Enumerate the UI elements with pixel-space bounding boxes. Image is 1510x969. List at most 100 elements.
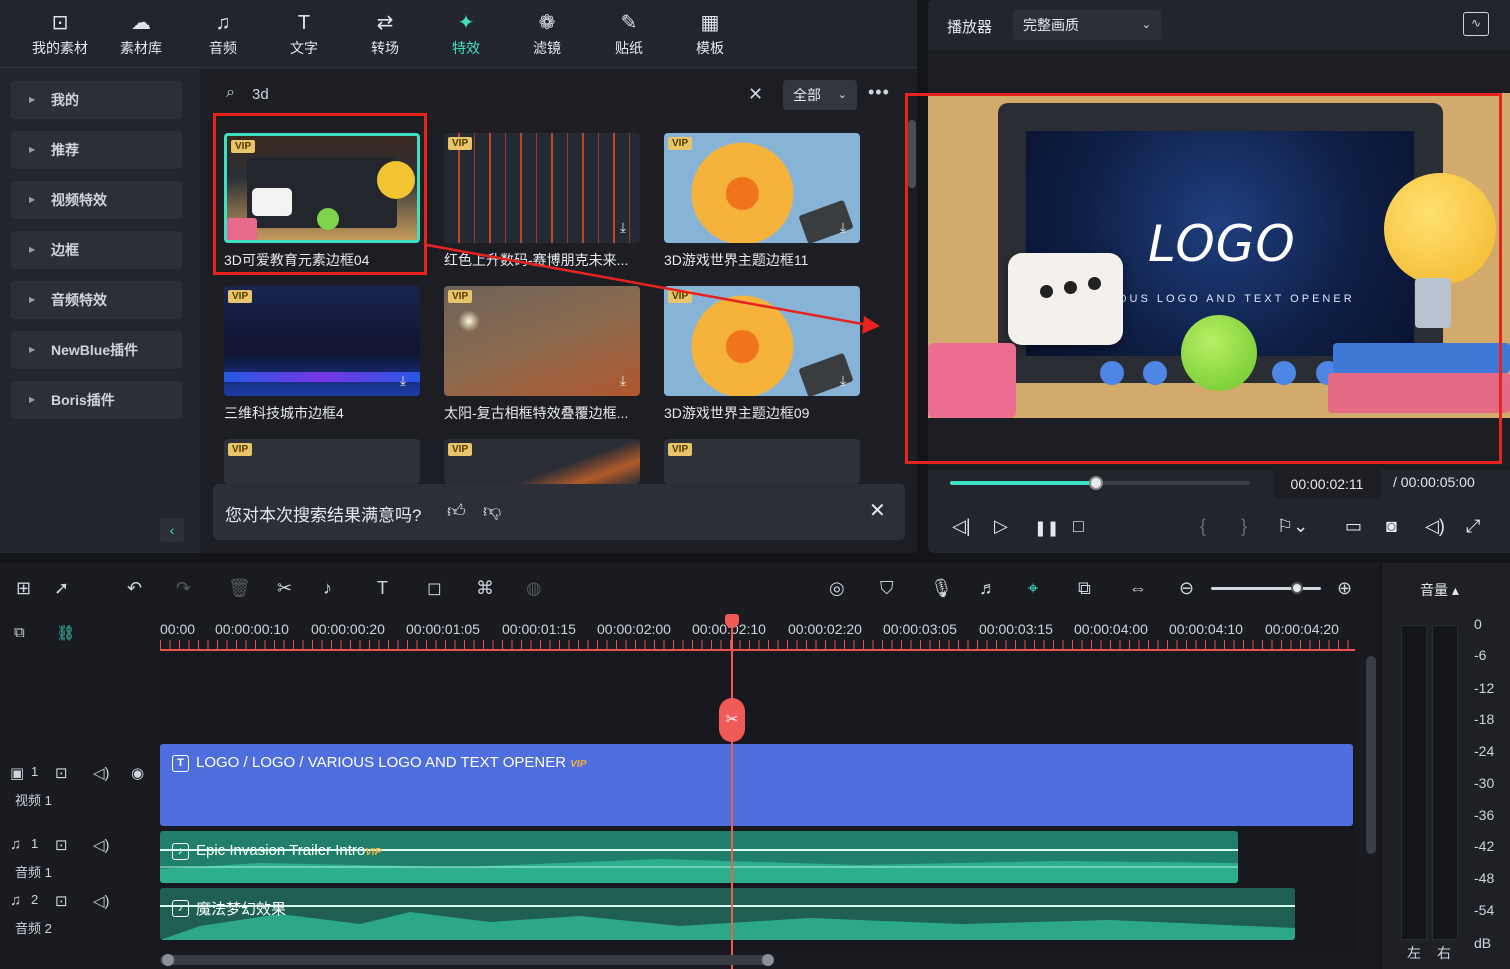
snap-magnet-icon[interactable]: ⌖ [1028, 578, 1038, 599]
scroll-handle-right[interactable] [762, 954, 774, 966]
undo-icon[interactable]: ↶ [127, 578, 142, 599]
download-icon[interactable]: ⤓ [394, 372, 412, 390]
collapse-sidebar-button[interactable]: ‹ [160, 518, 184, 542]
close-icon[interactable]: ✕ [869, 498, 886, 523]
nav-audio[interactable]: ♫ 音频 [185, 8, 261, 64]
nav-template[interactable]: ▦ 模板 [672, 8, 748, 64]
eye-visibility-icon[interactable]: ◉ [131, 764, 144, 782]
lock-icon[interactable]: ⊡ [55, 764, 68, 782]
effect-card[interactable]: VIP ⤓ [664, 286, 860, 396]
crop-icon[interactable]: ◻ [427, 578, 442, 599]
effect-card[interactable]: VIP [664, 439, 860, 484]
speaker-icon[interactable]: ◁) [93, 892, 110, 910]
prev-frame-icon[interactable]: ◁| [952, 516, 971, 537]
stop-icon[interactable]: □ [1073, 516, 1084, 537]
clear-search-icon[interactable]: ✕ [748, 84, 763, 105]
microphone-icon[interactable]: 🎙︎ [930, 578, 953, 599]
thumbs-up-icon[interactable]: 👍︎ [447, 500, 466, 522]
sidebar-item-boris[interactable]: ▶ Boris插件 [11, 381, 182, 419]
effect-card[interactable]: VIP [444, 439, 640, 484]
nav-transition[interactable]: ⇄ 转场 [347, 8, 423, 64]
download-icon[interactable]: ⤓ [614, 219, 632, 237]
link-icon[interactable]: ⛓ [56, 624, 75, 642]
download-icon[interactable]: ⤓ [834, 219, 852, 237]
split-at-playhead-button[interactable]: ✂ [719, 698, 745, 742]
select-pointer-icon[interactable]: ➚ [54, 578, 69, 599]
effect-card[interactable]: VIP ⤓ [224, 286, 420, 396]
sidebar-item-video-effects[interactable]: ▶ 视频特效 [11, 181, 182, 219]
audio-mixer-icon[interactable]: ♬ [979, 578, 997, 599]
effect-card[interactable]: VIP ⤓ [444, 286, 640, 396]
zoom-slider-knob[interactable] [1291, 582, 1303, 594]
marker-menu-icon[interactable]: ⚐⌄ [1277, 516, 1308, 537]
sidebar-item-newblue[interactable]: ▶ NewBlue插件 [11, 331, 182, 369]
layout-grid-icon[interactable]: ⊞ [16, 578, 31, 599]
sidebar-item-audio-effects[interactable]: ▶ 音频特效 [11, 281, 182, 319]
render-preview-icon[interactable]: ◎ [829, 578, 845, 599]
sidebar-item-mine[interactable]: ▶ 我的 [11, 81, 182, 119]
effect-card[interactable]: VIP ⤓ [444, 133, 640, 243]
snapshot-camera-icon[interactable]: ◙ [1386, 516, 1397, 537]
audio-clip-label: Epic Invasion Trailer Intro [196, 842, 366, 859]
speaker-icon[interactable]: ◁) [93, 764, 110, 782]
lock-icon[interactable]: ⊡ [55, 892, 68, 910]
search-input[interactable]: 3d [252, 86, 269, 103]
filter-dropdown[interactable]: 全部 ⌄ [783, 80, 857, 110]
nav-filter[interactable]: ❁ 滤镜 [509, 8, 585, 64]
video-clip[interactable]: T LOGO / LOGO / VARIOUS LOGO AND TEXT OP… [160, 744, 1353, 826]
speaker-icon[interactable]: ◁) [93, 836, 110, 854]
nav-effects[interactable]: ✦ 特效 [428, 8, 504, 64]
effect-card[interactable]: VIP [224, 439, 420, 484]
fit-timeline-icon[interactable]: ⇔ [1129, 578, 1147, 599]
db-label: -36 [1474, 807, 1495, 823]
timeline-horizontal-scrollbar[interactable] [160, 954, 774, 966]
mark-in-icon[interactable]: { [1200, 516, 1206, 537]
zoom-in-icon[interactable]: ⊕ [1337, 578, 1352, 599]
nav-stock-library[interactable]: ☁ 素材库 [103, 8, 179, 64]
waveform-monitor-icon[interactable]: ∿ [1463, 12, 1489, 36]
sidebar-item-recommended[interactable]: ▶ 推荐 [11, 131, 182, 169]
thumbs-down-icon[interactable]: 👎︎ [483, 500, 501, 522]
display-settings-icon[interactable]: ▭ [1345, 516, 1362, 537]
volume-icon[interactable]: ◁) [1425, 516, 1445, 537]
effect-card[interactable]: VIP ⤓ [664, 133, 860, 243]
current-time-display[interactable]: 00:00:02:11 [1273, 469, 1381, 499]
redo-icon[interactable]: ↷ [176, 578, 191, 599]
pause-icon[interactable]: ❚❚ [1034, 519, 1059, 537]
playhead-line[interactable] [731, 618, 733, 969]
scroll-handle-left[interactable] [162, 954, 174, 966]
download-icon[interactable]: ⤓ [834, 372, 852, 390]
sidebar-item-borders[interactable]: ▶ 边框 [11, 231, 182, 269]
download-icon[interactable]: ⤓ [614, 372, 632, 390]
template-icon: ▦ [700, 12, 720, 34]
quality-dropdown[interactable]: 完整画质 ⌄ [1013, 10, 1161, 40]
marker-icon[interactable]: ⛉ [880, 578, 894, 599]
playback-progress-knob[interactable] [1089, 476, 1103, 490]
play-icon[interactable]: ▷ [994, 516, 1008, 537]
mark-out-icon[interactable]: } [1241, 516, 1247, 537]
lock-icon[interactable]: ⊡ [55, 836, 68, 854]
split-scissors-icon[interactable]: ✂ [277, 578, 292, 599]
audio-clip-1[interactable]: ♪ Epic Invasion Trailer IntroVIP [160, 831, 1238, 883]
player-title: 播放器 [947, 19, 993, 36]
db-label: -12 [1474, 680, 1495, 696]
delete-trash-icon[interactable]: 🗑︎ [228, 578, 251, 599]
zoom-out-icon[interactable]: ⊖ [1179, 578, 1194, 599]
add-track-icon[interactable]: ⧉ [14, 624, 25, 641]
text-tool-icon[interactable]: T [377, 578, 388, 599]
clip-replace-icon[interactable]: ⧉ [1078, 578, 1091, 599]
nav-text[interactable]: T 文字 [266, 8, 342, 64]
nav-sticker[interactable]: ✎ 贴纸 [591, 8, 667, 64]
color-palette-icon[interactable]: ◍ [526, 578, 542, 599]
ruler-tick-label: 00:00:03:15 [979, 621, 1053, 637]
zoom-slider-track[interactable] [1211, 587, 1321, 590]
audio-edit-icon[interactable]: ♪ [323, 578, 332, 599]
ruler-tick-label: 00:00:01:05 [406, 621, 480, 637]
speech-to-text-icon[interactable]: ⌘ [476, 578, 494, 599]
nav-my-media[interactable]: ⊡ 我的素材 [22, 8, 98, 64]
audio-clip-2[interactable]: ♪ 魔法梦幻效果 [160, 888, 1295, 940]
more-options-icon[interactable]: ••• [868, 82, 890, 103]
meter-title[interactable]: 音量 ▴ [1420, 580, 1459, 600]
timeline-vertical-scrollbar[interactable] [1366, 656, 1376, 854]
fullscreen-icon[interactable]: ⤢ [1466, 516, 1480, 537]
